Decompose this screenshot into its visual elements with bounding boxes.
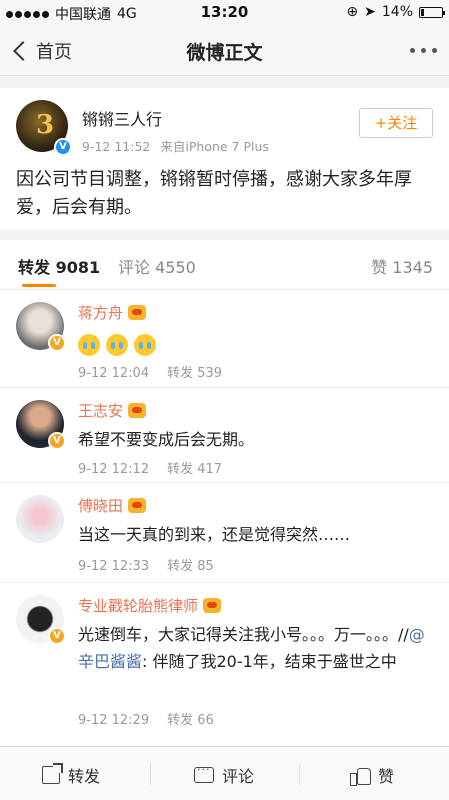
repost-meta: 9-12 12:29 转发 66 [78, 709, 214, 728]
repost-time: 9-12 12:04 [78, 366, 150, 381]
verified-gold-icon: V [48, 432, 66, 450]
verified-blue-icon: V [54, 138, 72, 156]
avatar[interactable] [16, 495, 64, 543]
repost-content [78, 330, 433, 357]
stats-tabs: 转发 9081 评论 4550 赞 1345 [0, 240, 449, 290]
divider [150, 763, 151, 785]
repost-button[interactable]: 转发 [42, 763, 100, 787]
bottom-action-bar: 转发 评论 赞 [0, 746, 449, 800]
crying-emoji-icon [78, 333, 100, 356]
list-item[interactable]: V 王志安 希望不要变成后会无期。 9-12 12:12 转发 417 [0, 388, 449, 483]
rotation-lock-icon: ⊕ [346, 4, 359, 20]
repost-meta: 9-12 12:12 转发 417 [78, 458, 222, 477]
repost-time: 9-12 12:33 [78, 559, 150, 574]
more-dot-icon [410, 48, 415, 53]
post-meta: 9-12 11:52 来自iPhone 7 Plus [82, 136, 269, 155]
follow-button[interactable]: +关注 [359, 108, 433, 138]
repost-count[interactable]: 转发 417 [167, 462, 222, 477]
location-icon: ➤ [364, 4, 376, 20]
comment-button[interactable]: 评论 [194, 763, 254, 787]
thumbs-up-icon [350, 766, 371, 786]
repost-content: 希望不要变成后会无期。 [78, 430, 255, 449]
more-dot-icon [432, 48, 437, 53]
post-text: 因公司节目调整，锵锵暂时停播，感谢大家多年厚爱，后会有期。 [16, 169, 412, 218]
tab-like[interactable]: 赞 1345 [371, 254, 433, 278]
repost-time: 9-12 12:12 [78, 462, 150, 477]
comment-label: 评论 [222, 767, 255, 786]
repost-count[interactable]: 转发 66 [167, 713, 214, 728]
repost-author[interactable]: 专业戳轮胎熊律师 [78, 595, 222, 616]
battery-icon [419, 6, 445, 18]
vip-crown-icon [128, 305, 147, 320]
repost-author[interactable]: 王志安 [78, 400, 147, 421]
list-item[interactable]: V 蒋方舟 9-12 12:04 转发 539 [0, 290, 449, 388]
repost-count[interactable]: 转发 85 [167, 559, 214, 574]
list-item[interactable]: V 专业戳轮胎熊律师 光速倒车，大家记得关注我小号。。。万一。。。//@辛巴酱酱… [0, 583, 449, 746]
repost-label: 转发 [68, 767, 101, 786]
nav-bar: 首页 微博正文 [0, 26, 449, 76]
post-date: 9-12 11:52 [82, 139, 151, 154]
tab-comment[interactable]: 评论 4550 [118, 254, 196, 278]
tab-repost[interactable]: 转发 9081 [18, 254, 100, 278]
crying-emoji-icon [134, 333, 156, 356]
repost-author[interactable]: 蒋方舟 [78, 302, 147, 323]
vip-crown-icon [203, 598, 222, 613]
page-title: 微博正文 [186, 42, 263, 64]
avatar-logo-icon: 3 [36, 110, 55, 140]
weibo-post: 3 V 锵锵三人行 9-12 11:52 来自iPhone 7 Plus +关注… [0, 88, 449, 230]
more-button[interactable] [410, 48, 437, 53]
repost-text: 光速倒车，大家记得关注我小号。。。万一。。。// [78, 625, 409, 644]
more-dot-icon [421, 48, 426, 53]
like-label: 赞 [378, 767, 395, 786]
post-source: 来自iPhone 7 Plus [160, 139, 269, 154]
repost-author[interactable]: 傅晓田 [78, 495, 147, 516]
crying-emoji-icon [106, 333, 128, 356]
author-name[interactable]: 锵锵三人行 [82, 106, 162, 130]
repost-meta: 9-12 12:33 转发 85 [78, 555, 214, 574]
verified-gold-icon: V [48, 334, 66, 352]
repost-count[interactable]: 转发 539 [167, 366, 222, 381]
repost-content: 当这一天真的到来，还是觉得突然…… [78, 525, 351, 544]
vip-crown-icon [128, 403, 147, 418]
battery-percent: 14% [381, 4, 413, 20]
comment-icon [194, 763, 214, 783]
repost-content: 光速倒车，大家记得关注我小号。。。万一。。。//@辛巴酱酱: 伴随了我20-1年… [78, 621, 433, 675]
repost-meta: 9-12 12:04 转发 539 [78, 362, 222, 381]
repost-text: : 伴随了我20-1年，结束于盛世之中 [142, 652, 397, 671]
list-item[interactable]: 傅晓田 当这一天真的到来，还是觉得突然…… 9-12 12:33 转发 85 [0, 483, 449, 583]
repost-list: V 蒋方舟 9-12 12:04 转发 539 V 王志安 希望不要变成后会无期。… [0, 290, 449, 746]
like-button[interactable]: 赞 [350, 763, 394, 787]
share-icon [42, 763, 63, 784]
status-bar: 中国联通 4G 13:20 ⊕ ➤ 14% [0, 0, 449, 26]
active-tab-indicator [22, 284, 56, 287]
verified-gold-icon: V [48, 627, 66, 645]
repost-time: 9-12 12:29 [78, 713, 150, 728]
divider [299, 763, 300, 785]
vip-crown-icon [128, 498, 147, 513]
